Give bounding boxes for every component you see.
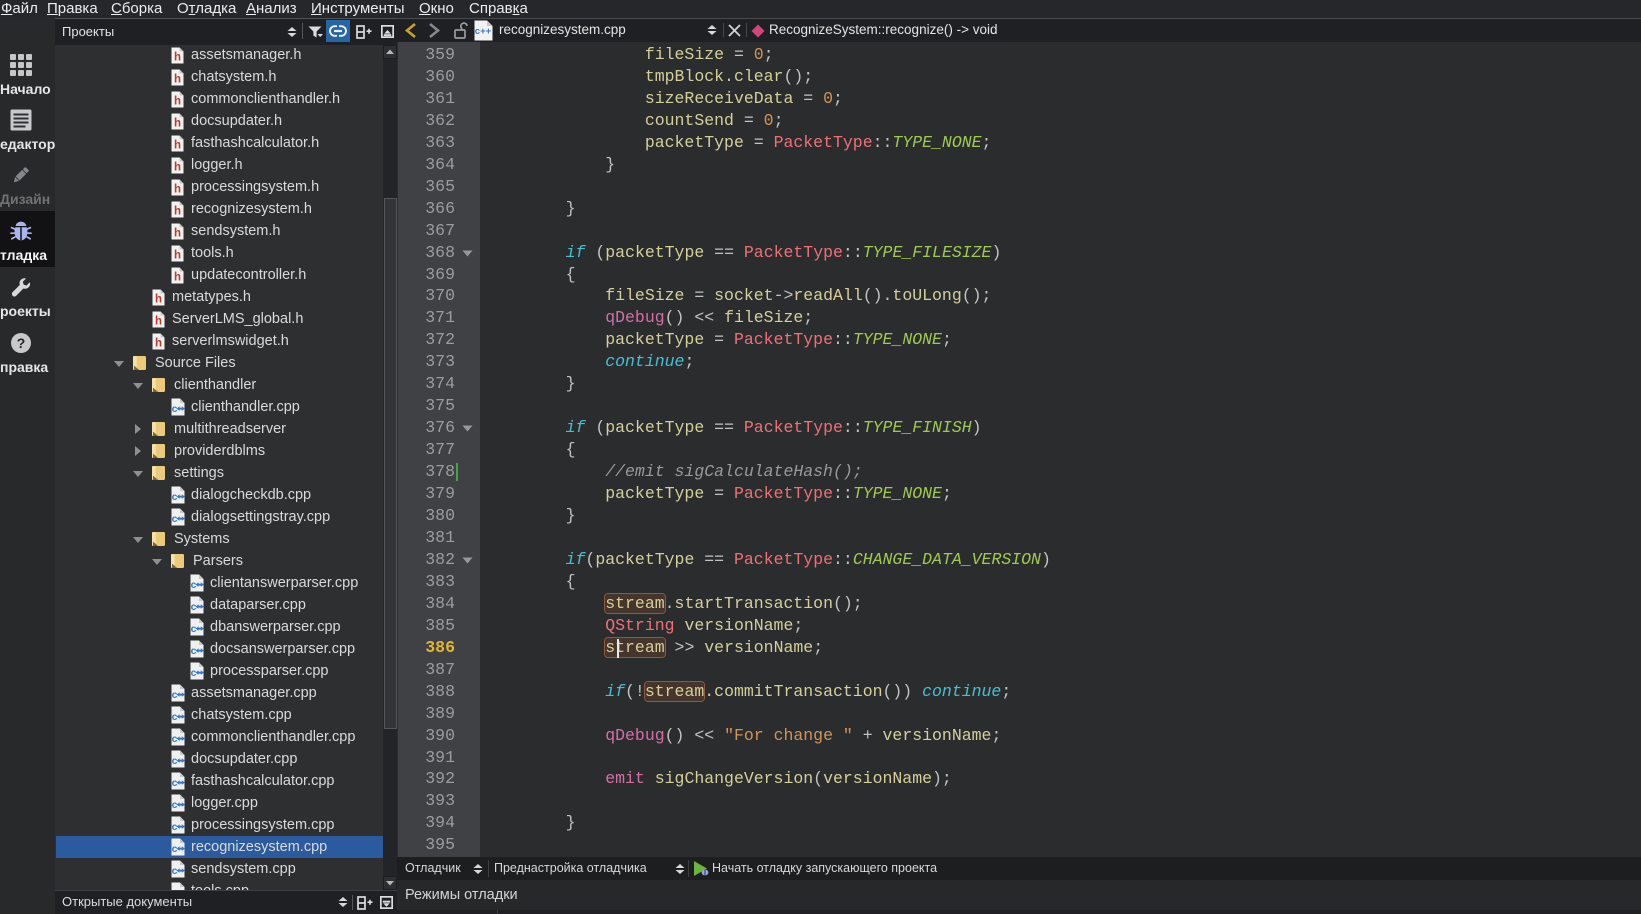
svg-text:h: h (174, 228, 181, 240)
svg-text:h: h (174, 52, 181, 64)
svg-text:c: c (172, 777, 178, 789)
svg-text:c: c (172, 733, 178, 745)
svg-text:c: c (191, 645, 197, 657)
svg-text:c: c (172, 689, 178, 701)
svg-text:c: c (191, 601, 197, 613)
svg-text:h: h (155, 338, 162, 350)
svg-text:c: c (172, 755, 178, 767)
svg-text:c: c (191, 623, 197, 635)
svg-text:c: c (172, 711, 178, 723)
svg-text:h: h (174, 96, 181, 108)
svg-text:c: c (172, 865, 178, 877)
svg-text:c: c (172, 843, 178, 855)
svg-text:c: c (172, 799, 178, 811)
svg-text:c: c (191, 667, 197, 679)
svg-text:h: h (174, 206, 181, 218)
svg-text:h: h (155, 316, 162, 328)
svg-text:c: c (191, 579, 197, 591)
svg-text:h: h (174, 184, 181, 196)
svg-text:c: c (172, 491, 178, 503)
svg-text:h: h (174, 118, 181, 130)
svg-text:h: h (174, 74, 181, 86)
svg-text:h: h (174, 140, 181, 152)
svg-text:c: c (172, 403, 178, 415)
svg-text:c: c (172, 513, 178, 525)
svg-text:c: c (172, 821, 178, 833)
svg-text:c++: c++ (475, 26, 492, 37)
svg-text:h: h (174, 272, 181, 284)
svg-text:h: h (155, 294, 162, 306)
svg-text:h: h (174, 250, 181, 262)
svg-text:?: ? (17, 335, 26, 351)
svg-text:h: h (174, 162, 181, 174)
